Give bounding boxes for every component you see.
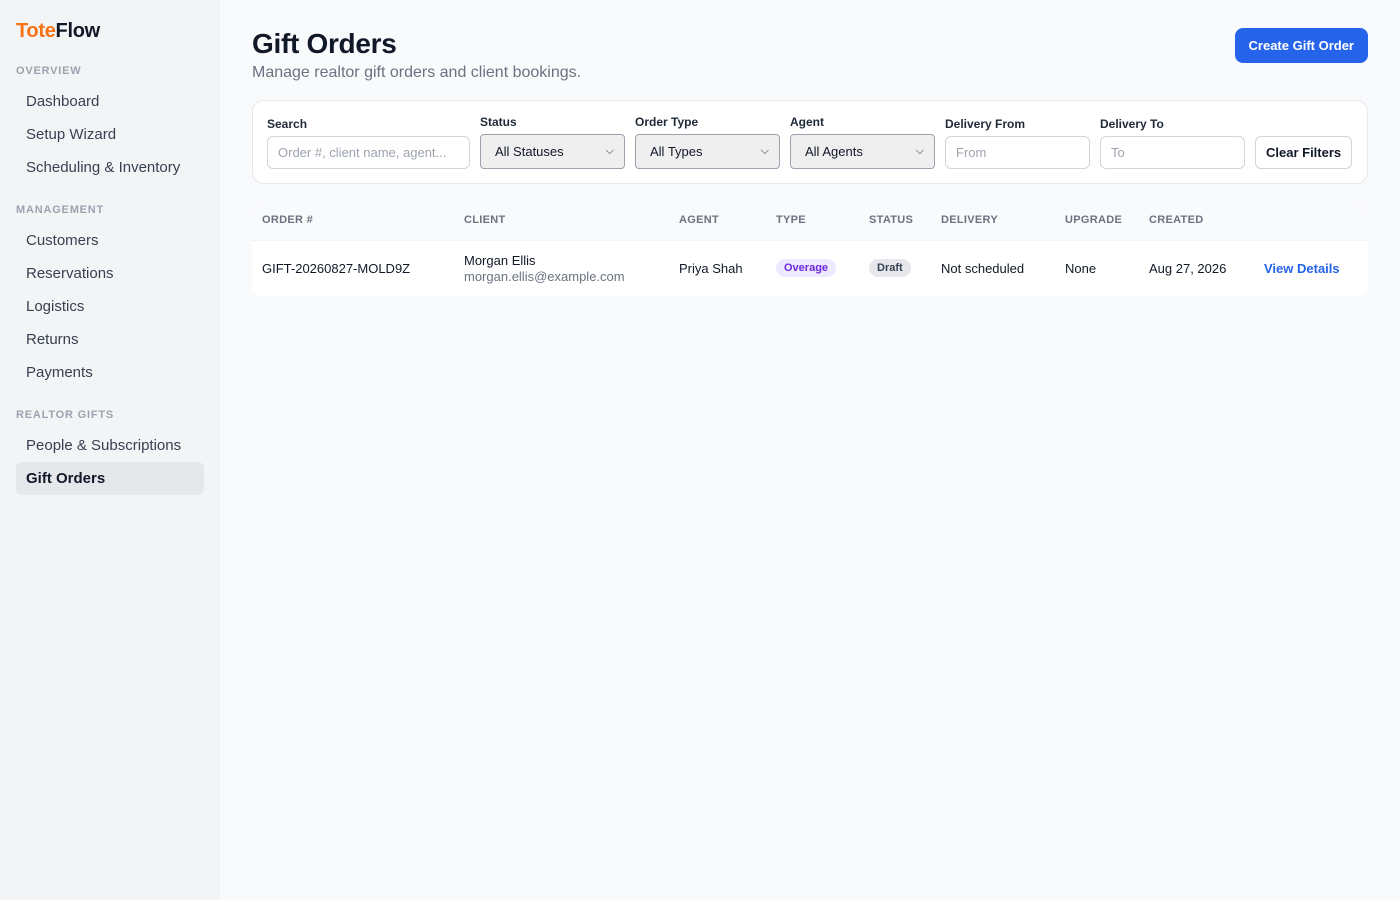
delivery-to-label: Delivery To bbox=[1100, 117, 1164, 131]
search-label: Search bbox=[267, 117, 308, 131]
delivery-from-label: Delivery From bbox=[945, 117, 1026, 131]
agent-filter: Agent All Agents ⌵ bbox=[790, 115, 935, 169]
created-date: Aug 27, 2026 bbox=[1149, 260, 1227, 276]
chevron-down-icon: ⌵ bbox=[605, 145, 614, 157]
sidebar-item-payments[interactable]: Payments bbox=[16, 356, 204, 389]
column-header-type: TYPE bbox=[766, 200, 859, 241]
sidebar-item-logistics[interactable]: Logistics bbox=[16, 290, 204, 323]
brand-logo-part1: Tote bbox=[16, 20, 56, 42]
delivery-to-filter: Delivery To bbox=[1100, 117, 1245, 169]
delivery-from-filter: Delivery From bbox=[945, 117, 1090, 169]
sidebar-item-returns[interactable]: Returns bbox=[16, 323, 204, 356]
sidebar: ToteFlow OVERVIEW Dashboard Setup Wizard… bbox=[0, 0, 220, 900]
brand-logo[interactable]: ToteFlow bbox=[16, 20, 204, 43]
status-cell: Draft bbox=[859, 240, 931, 296]
client-name: Morgan Ellis bbox=[464, 252, 536, 268]
sidebar-item-reservations[interactable]: Reservations bbox=[16, 257, 204, 290]
page-header: Gift Orders Manage realtor gift orders a… bbox=[252, 28, 1368, 82]
status-select-value: All Statuses bbox=[495, 144, 564, 159]
nav-section-title: MANAGEMENT bbox=[16, 204, 105, 216]
status-badge: Draft bbox=[869, 259, 911, 278]
client-cell: Morgan Ellis morgan.ellis@example.com bbox=[454, 240, 669, 296]
brand-logo-part2: Flow bbox=[55, 20, 101, 42]
search-filter: Search bbox=[267, 117, 470, 169]
order-type-select[interactable]: All Types ⌵ bbox=[635, 134, 780, 169]
page-subtitle: Manage realtor gift orders and client bo… bbox=[252, 64, 582, 81]
filter-bar: Search Status All Statuses ⌵ Order Type … bbox=[252, 100, 1368, 184]
type-badge: Overage bbox=[776, 259, 837, 278]
order-type-filter: Order Type All Types ⌵ bbox=[635, 115, 780, 169]
table-header-row: ORDER # CLIENT AGENT TYPE STATUS DELIVER… bbox=[252, 200, 1368, 241]
agent-select[interactable]: All Agents ⌵ bbox=[790, 134, 935, 169]
column-header-created: CREATED bbox=[1139, 200, 1254, 241]
column-header-status: STATUS bbox=[859, 200, 931, 241]
column-header-delivery: DELIVERY bbox=[931, 200, 1055, 241]
sidebar-item-scheduling-inventory[interactable]: Scheduling & Inventory bbox=[16, 151, 204, 184]
order-type-label: Order Type bbox=[635, 115, 699, 129]
actions-cell: View Details bbox=[1254, 240, 1368, 296]
table-row[interactable]: GIFT-20260827-MOLD9Z Morgan Ellis morgan… bbox=[252, 240, 1368, 296]
page-title: Gift Orders bbox=[252, 28, 397, 59]
sidebar-item-people-subscriptions[interactable]: People & Subscriptions bbox=[16, 429, 204, 462]
nav-section-management: MANAGEMENT Customers Reservations Logist… bbox=[16, 204, 204, 389]
column-header-agent: AGENT bbox=[669, 200, 766, 241]
delivery-value: Not scheduled bbox=[941, 260, 1025, 276]
column-header-client: CLIENT bbox=[454, 200, 669, 241]
client-email: morgan.ellis@example.com bbox=[464, 268, 625, 284]
nav-section-overview: OVERVIEW Dashboard Setup Wizard Scheduli… bbox=[16, 65, 204, 184]
agent-label: Agent bbox=[790, 115, 824, 129]
sidebar-item-gift-orders[interactable]: Gift Orders bbox=[16, 462, 204, 495]
column-header-upgrade: UPGRADE bbox=[1055, 200, 1139, 241]
gift-orders-table: ORDER # CLIENT AGENT TYPE STATUS DELIVER… bbox=[252, 200, 1368, 296]
nav-section-realtor-gifts: REALTOR GIFTS People & Subscriptions Gif… bbox=[16, 409, 204, 495]
nav-section-title: REALTOR GIFTS bbox=[16, 409, 114, 421]
view-details-link[interactable]: View Details bbox=[1264, 261, 1340, 276]
type-cell: Overage bbox=[766, 240, 859, 296]
sidebar-item-setup-wizard[interactable]: Setup Wizard bbox=[16, 118, 204, 151]
agent-select-value: All Agents bbox=[805, 144, 863, 159]
order-type-select-value: All Types bbox=[650, 144, 703, 159]
search-input[interactable] bbox=[267, 136, 470, 169]
agent-name: Priya Shah bbox=[679, 260, 743, 276]
delivery-from-input[interactable] bbox=[945, 136, 1090, 169]
delivery-to-input[interactable] bbox=[1100, 136, 1245, 169]
column-header-order: ORDER # bbox=[252, 200, 454, 241]
status-label: Status bbox=[480, 115, 517, 129]
order-number: GIFT-20260827-MOLD9Z bbox=[262, 260, 411, 276]
main-content: Gift Orders Manage realtor gift orders a… bbox=[220, 0, 1400, 900]
clear-filters-button[interactable]: Clear Filters bbox=[1255, 136, 1353, 169]
nav-section-title: OVERVIEW bbox=[16, 65, 82, 77]
upgrade-value: None bbox=[1065, 260, 1097, 276]
create-gift-order-button[interactable]: Create Gift Order bbox=[1234, 28, 1368, 63]
sidebar-item-dashboard[interactable]: Dashboard bbox=[16, 85, 204, 118]
column-header-actions bbox=[1254, 200, 1368, 241]
chevron-down-icon: ⌵ bbox=[915, 145, 924, 157]
status-filter: Status All Statuses ⌵ bbox=[480, 115, 625, 169]
sidebar-item-customers[interactable]: Customers bbox=[16, 224, 204, 257]
chevron-down-icon: ⌵ bbox=[760, 145, 769, 157]
status-select[interactable]: All Statuses ⌵ bbox=[480, 134, 625, 169]
